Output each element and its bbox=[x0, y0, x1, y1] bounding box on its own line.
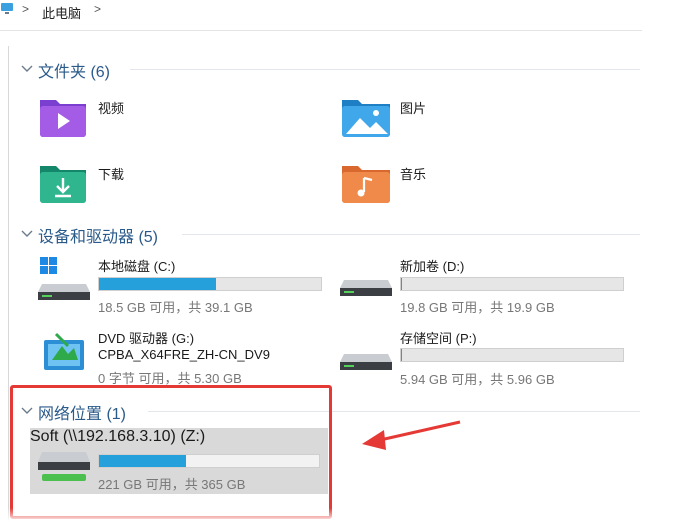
drive-name: 本地磁盘 (C:) bbox=[98, 259, 176, 274]
group-drives-header[interactable]: 设备和驱动器 (5) bbox=[20, 223, 640, 246]
toolbar-divider bbox=[0, 30, 642, 31]
usage-fill bbox=[401, 278, 403, 290]
drive-usage-bar bbox=[400, 348, 624, 362]
drive-icon bbox=[340, 280, 392, 296]
breadcrumb-separator: > bbox=[22, 2, 30, 16]
highlight-arrow-icon bbox=[362, 420, 461, 450]
nav-pane-edge bbox=[8, 46, 9, 522]
drive-usage-bar bbox=[400, 277, 624, 291]
drive-name: DVD 驱动器 (G:) bbox=[98, 331, 195, 346]
drive-tile-g[interactable]: DVD 驱动器 (G:) CPBA_X64FRE_ZH-CN_DV9 0 字节 … bbox=[34, 326, 326, 386]
drive-tile-d[interactable]: 新加卷 (D:) 19.8 GB 可用，共 19.9 GB bbox=[336, 252, 628, 315]
group-drives-label: 设备和驱动器 (5) bbox=[38, 229, 159, 246]
chevron-down-icon bbox=[21, 230, 33, 237]
group-folders-header[interactable]: 文件夹 (6) bbox=[20, 58, 640, 81]
dvd-drive-icon bbox=[44, 332, 84, 370]
highlight-box bbox=[10, 385, 332, 519]
group-divider bbox=[130, 69, 640, 70]
chevron-down-icon bbox=[21, 65, 33, 72]
folder-name: 音乐 bbox=[400, 167, 427, 182]
drive-usage-bar bbox=[98, 277, 322, 291]
group-divider bbox=[182, 234, 640, 235]
drive-stats: 19.8 GB 可用，共 19.9 GB bbox=[400, 300, 555, 315]
videos-folder-icon bbox=[40, 100, 86, 137]
folder-tile-music[interactable]: 音乐 bbox=[338, 158, 618, 206]
pictures-folder-icon bbox=[342, 100, 390, 137]
drive-volume-label: CPBA_X64FRE_ZH-CN_DV9 bbox=[98, 347, 270, 362]
group-folders-label: 文件夹 (6) bbox=[38, 64, 111, 81]
usage-fill bbox=[99, 278, 216, 290]
folder-tile-videos[interactable]: 视频 bbox=[36, 92, 316, 140]
downloads-folder-icon bbox=[40, 166, 86, 203]
windows-drive-icon bbox=[38, 257, 90, 300]
breadcrumb-chevron[interactable]: > bbox=[94, 2, 101, 16]
drive-icon bbox=[340, 354, 392, 370]
drive-name: 新加卷 (D:) bbox=[400, 259, 465, 274]
address-bar[interactable]: > 此电脑 > bbox=[0, 0, 640, 24]
drive-stats: 5.94 GB 可用，共 5.96 GB bbox=[400, 372, 555, 387]
this-pc-icon bbox=[1, 3, 13, 14]
folder-tile-pictures[interactable]: 图片 bbox=[338, 92, 618, 140]
drive-name: 存储空间 (P:) bbox=[400, 331, 477, 346]
usage-fill bbox=[401, 349, 402, 361]
breadcrumb-this-pc[interactable]: 此电脑 bbox=[42, 3, 81, 22]
drive-tile-p[interactable]: 存储空间 (P:) 5.94 GB 可用，共 5.96 GB bbox=[336, 326, 628, 387]
folder-tile-downloads[interactable]: 下载 bbox=[36, 158, 316, 206]
folder-name: 下载 bbox=[98, 167, 125, 182]
music-folder-icon bbox=[342, 166, 390, 203]
folder-name: 图片 bbox=[400, 101, 427, 116]
folder-name: 视频 bbox=[98, 101, 125, 116]
drive-stats: 18.5 GB 可用，共 39.1 GB bbox=[98, 300, 253, 315]
drive-tile-c[interactable]: 本地磁盘 (C:) 18.5 GB 可用，共 39.1 GB bbox=[34, 252, 326, 315]
bottom-fade bbox=[0, 508, 682, 522]
